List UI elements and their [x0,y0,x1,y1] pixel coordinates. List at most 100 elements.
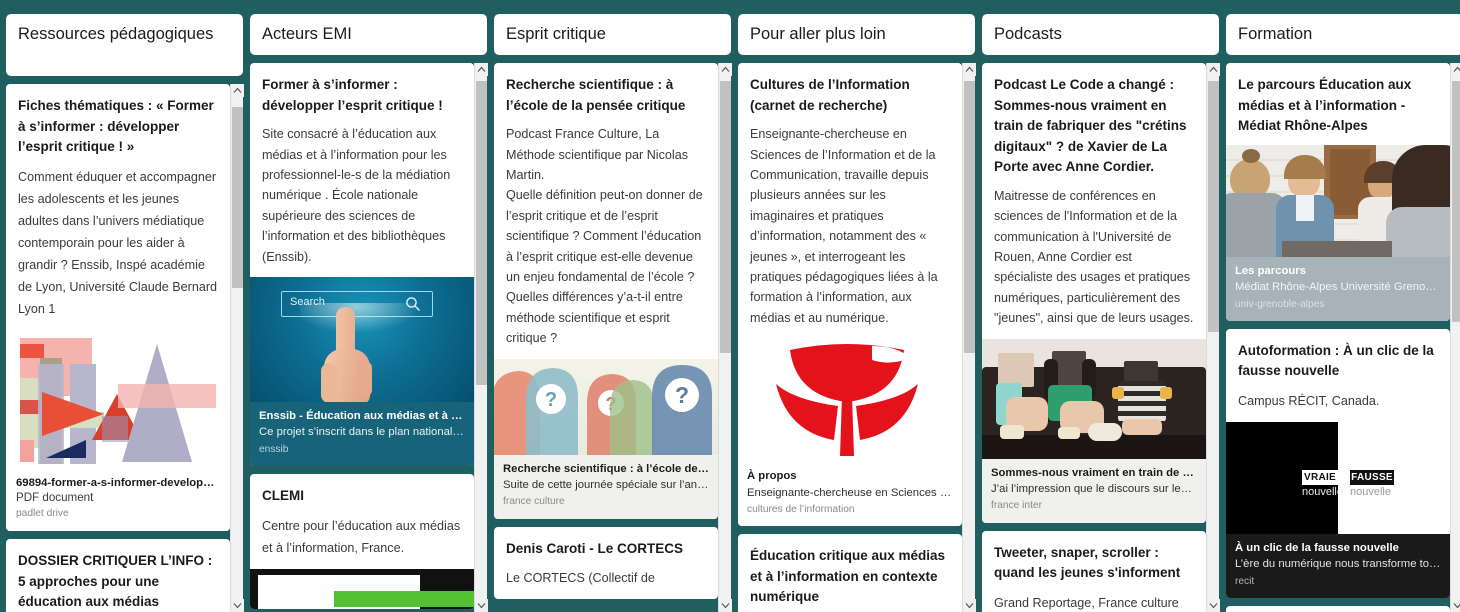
scroll-down-arrow-icon[interactable] [1450,599,1460,612]
scrollbar-track[interactable] [231,97,244,599]
pdf-thumbnail[interactable] [6,329,230,470]
card-title: Cultures de l’Information (carnet de rec… [750,77,910,113]
card[interactable]: Le parcours Éducation aux médias et à l’… [1226,63,1450,321]
column-scroll-viewport: Le parcours Éducation aux médias et à l’… [1226,63,1450,612]
card-body: Centre pour l’éducation aux médias et à … [262,518,461,555]
card-body: Comment éduquer et accompagner les adole… [18,169,218,316]
preview-image-students-group [1226,144,1450,257]
scrollbar-thumb[interactable] [1451,81,1460,322]
scroll-down-arrow-icon[interactable] [718,599,732,612]
svg-text:?: ? [545,389,557,411]
card-body: Site consacré à l’éducation aux médias e… [262,127,451,264]
column-formation: Formation Le parcours Éducation aux médi… [1226,14,1460,612]
scrollbar-thumb[interactable] [963,81,975,354]
link-preview[interactable]: À propos Enseignante-chercheuse en Scien… [738,338,962,527]
preview-image-search-bar-finger: Search [250,277,474,403]
card-body: Enseignante-chercheuse en Sciences de l’… [750,127,938,325]
card-title: Former à s’informer : développer l’espri… [262,77,443,113]
card[interactable]: DOSSIER CRITIQUER L’INFO : 5 approches p… [6,539,230,612]
card[interactable]: Éducation critique aux médias et à l’inf… [738,534,962,612]
link-preview[interactable]: Search Enssib - Éducation aux médias et … [250,277,474,467]
scroll-up-arrow-icon[interactable] [1450,63,1460,77]
scrollbar-track[interactable] [1207,76,1220,599]
scrollbar-thumb[interactable] [231,107,243,288]
badge-sub-right: nouvelle [1350,485,1391,498]
column-acteurs-emi: Acteurs EMI Former à s’informer : dévelo… [250,14,488,612]
preview-image-clemi-banner [250,568,474,609]
card[interactable] [1226,605,1450,612]
card-title: Podcast Le Code a changé : Sommes-nous v… [994,77,1187,175]
card[interactable]: Former à s’informer : développer l’espri… [250,63,474,467]
column-header[interactable]: Acteurs EMI [250,14,487,56]
scroll-up-arrow-icon[interactable] [962,63,976,77]
card[interactable]: Podcast Le Code a changé : Sommes-nous v… [982,63,1206,523]
preview-title: Sommes-nous vraiment en train de fabri..… [991,466,1197,479]
scroll-up-arrow-icon[interactable] [230,84,244,97]
column-header[interactable]: Ressources pédagogiques [6,14,243,76]
scrollbar-track[interactable] [475,76,488,599]
column-scrollbar[interactable] [1206,63,1220,612]
scrollbar-track[interactable] [963,76,976,599]
card[interactable]: CLEMI Centre pour l’éducation aux médias… [250,474,474,609]
scroll-up-arrow-icon[interactable] [474,63,488,77]
column-scrollbar[interactable] [718,63,732,612]
scrollbar-thumb[interactable] [475,81,487,385]
link-preview[interactable]: ? ? ? Recherche scientifique : à l’école… [494,358,718,519]
column-scroll-viewport: Former à s’informer : développer l’espri… [250,63,474,612]
svg-text:?: ? [675,382,689,408]
scroll-down-arrow-icon[interactable] [474,599,488,612]
link-preview[interactable]: Les parcours Médiat Rhône-Alpes Universi… [1226,144,1450,321]
column-scrollbar[interactable] [1450,63,1460,612]
card[interactable]: Recherche scientifique : à l’école de la… [494,63,718,519]
scroll-up-arrow-icon[interactable] [1206,63,1220,77]
link-preview[interactable]: Sommes-nous vraiment en train de fabri..… [982,338,1206,523]
scrollbar-thumb[interactable] [719,81,731,354]
column-scrollbar[interactable] [962,63,976,612]
card[interactable]: Cultures de l’Information (carnet de rec… [738,63,962,527]
preview-title: À propos [747,470,797,483]
column-title: Ressources pédagogiques [18,25,214,43]
preview-source: france culture [503,496,565,508]
preview-description: L’ère du numérique nous transforme tous.… [1235,558,1441,571]
scrollbar-thumb[interactable] [1207,81,1219,333]
card-body: Podcast France Culture, La Méthode scien… [506,127,703,346]
badge-fausse: FAUSSE [1351,471,1393,483]
card[interactable]: Fiches thématiques : « Former à s’inform… [6,84,230,532]
scrollbar-track[interactable] [719,76,732,599]
column-header[interactable]: Pour aller plus loin [738,14,975,56]
card-title: Denis Caroti - Le CORTECS [506,540,684,556]
link-preview[interactable] [250,568,474,609]
card[interactable]: Autoformation : À un clic de la fausse n… [1226,328,1450,598]
preview-source: univ-grenoble-alpes [1235,298,1325,310]
preview-source: france inter [991,500,1042,512]
preview-description: Ce projet s’inscrit dans le plan nationa… [259,426,465,439]
column-body: Former à s’informer : développer l’espri… [250,63,488,612]
padlet-board: Ressources pédagogiques Fiches thématiqu… [0,0,1460,612]
card[interactable]: Tweeter, snaper, scroller : quand les je… [982,530,1206,612]
link-preview[interactable]: VRAIE nouvelle FAUSSE nouvelle À un clic… [1226,421,1450,598]
column-scrollbar[interactable] [230,84,244,612]
card-body: Campus RÉCIT, Canada. [1238,393,1380,408]
column-scroll-viewport: Podcast Le Code a changé : Sommes-nous v… [982,63,1206,612]
preview-description: Médiat Rhône-Alpes Université Grenoble .… [1235,281,1441,294]
column-scrollbar[interactable] [474,63,488,612]
preview-image-vraie-fausse-nouvelle: VRAIE nouvelle FAUSSE nouvelle [1226,421,1450,534]
column-header[interactable]: Esprit critique [494,14,731,56]
column-header[interactable]: Formation [1226,14,1460,56]
card-body: Le CORTECS (Collectif de [506,571,655,586]
card-title: Autoformation : À un clic de la fausse n… [1238,342,1434,379]
preview-source: enssib [259,443,289,455]
scrollbar-track[interactable] [1451,76,1460,599]
card[interactable]: Denis Caroti - Le CORTECS Le CORTECS (Co… [494,526,718,600]
column-title: Esprit critique [506,25,606,43]
card-title: Le parcours Éducation aux médias et à l’… [1238,77,1412,134]
file-source: padlet drive [16,508,69,520]
scroll-up-arrow-icon[interactable] [718,63,732,77]
column-title: Podcasts [994,25,1062,43]
scroll-down-arrow-icon[interactable] [230,599,244,612]
scroll-down-arrow-icon[interactable] [1206,599,1220,612]
scroll-down-arrow-icon[interactable] [962,599,976,612]
column-title: Formation [1238,25,1313,43]
preview-title: Les parcours [1235,264,1306,277]
column-header[interactable]: Podcasts [982,14,1219,56]
